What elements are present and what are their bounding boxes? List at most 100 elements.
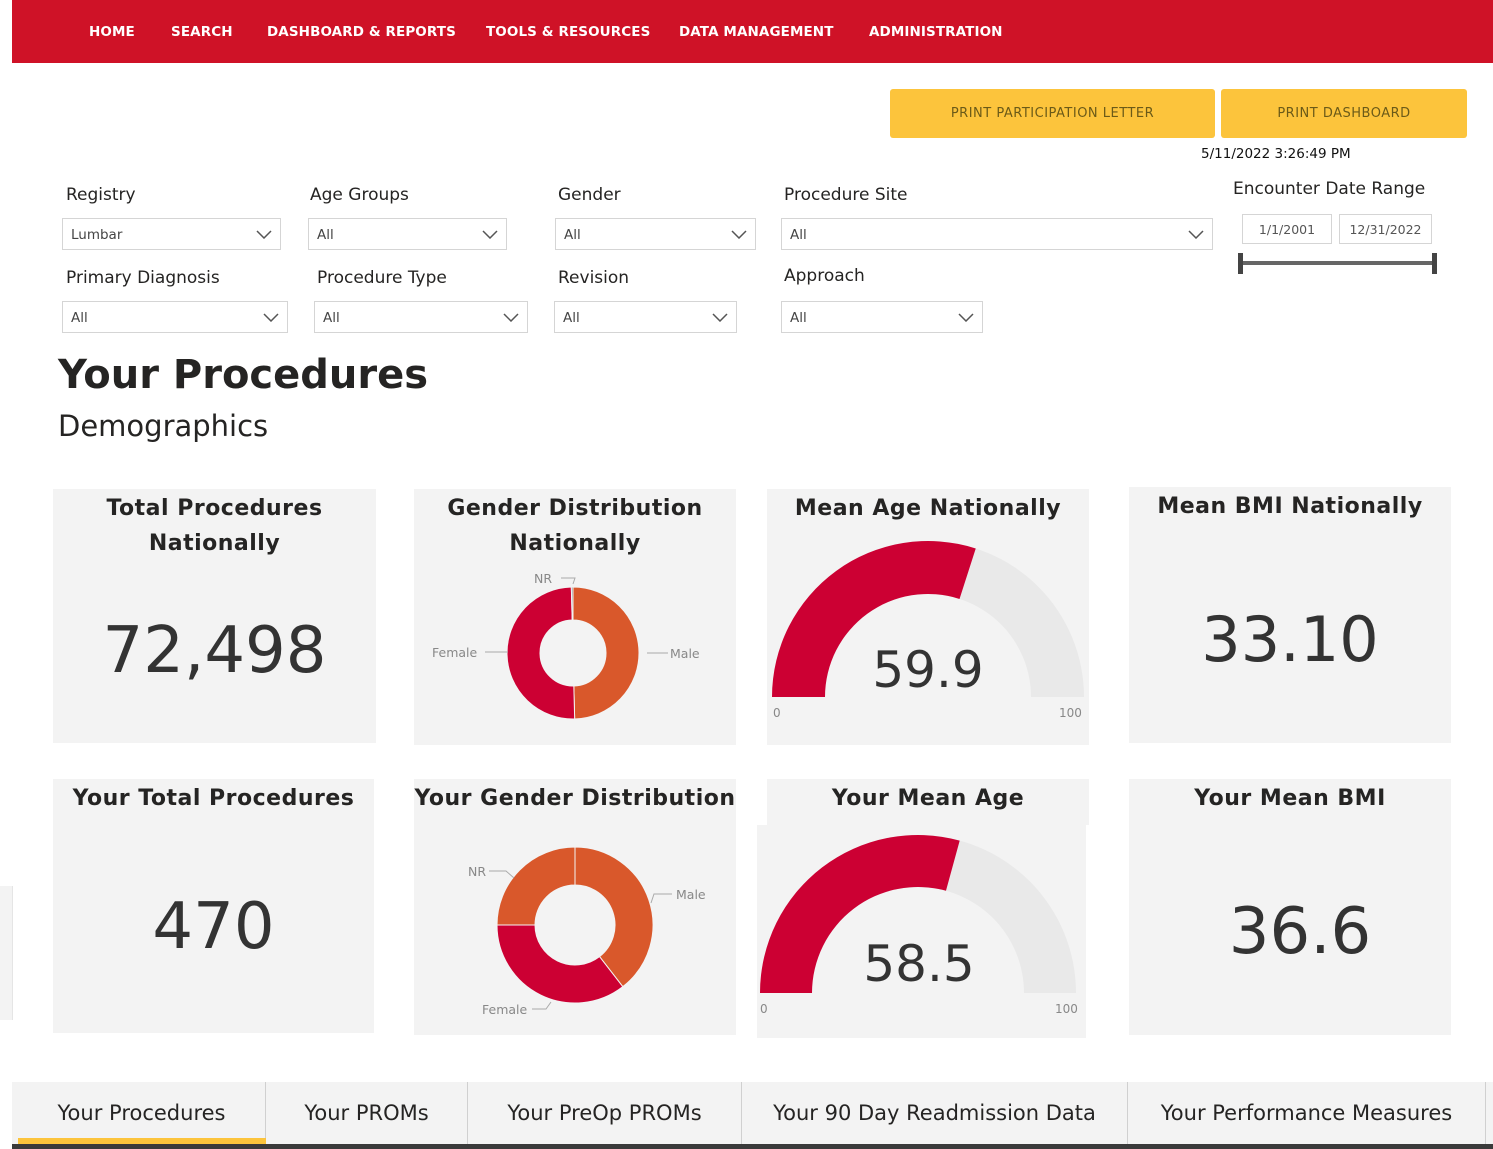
gauge-max-label: 100 [1059,706,1082,720]
mean-bmi-national-value: 33.10 [1201,603,1379,676]
procedure-site-value: All [790,227,807,243]
legend-label-female: Female [482,1002,528,1017]
primary-diagnosis-dropdown[interactable]: All [62,301,288,333]
chevron-down-icon [958,313,974,322]
procedure-type-dropdown[interactable]: All [314,301,528,333]
card-title: Your Mean Age [831,786,1025,811]
chevron-down-icon [256,230,272,239]
tab-your-proms[interactable]: Your PROMs [266,1082,468,1144]
gauge-min-label: 0 [773,706,781,720]
card-title: Your Total Procedures [72,786,355,811]
gender-yours-donut-chart: NR Male Female [468,846,706,1017]
gender-dropdown[interactable]: All [555,218,756,250]
donut-slice-male [572,586,640,720]
mean-age-national-gauge: 59.9 0 100 [772,541,1084,720]
print-participation-letter-button[interactable]: PRINT PARTICIPATION LETTER [890,89,1215,138]
your-total-procedures-card: Your Total Procedures 470 [53,779,374,1033]
your-mean-bmi-card: Your Mean BMI 36.6 [1129,779,1451,1035]
registry-label: Registry [66,185,136,205]
tab-bar-border [12,1144,1493,1149]
date-end-input[interactable]: 12/31/2022 [1339,214,1432,244]
chevron-down-icon [731,230,747,239]
nav-tools-resources[interactable]: TOOLS & RESOURCES [486,24,650,40]
tab-your-preop-proms[interactable]: Your PreOp PROMs [468,1082,742,1144]
mean-age-national-card: Mean Age Nationally 59.9 0 100 [767,489,1089,745]
card-title: Total Procedures [106,496,323,521]
nav-search[interactable]: SEARCH [171,24,233,40]
chevron-down-icon [503,313,519,322]
leader-line [532,1001,552,1010]
gender-distribution-national-card: Gender Distribution Nationally NR Female… [414,489,736,745]
gauge-value: 58.5 [863,935,974,993]
report-timestamp: 5/11/2022 3:26:49 PM [1201,146,1351,162]
your-total-procedures-value: 470 [152,890,275,964]
page-title: Your Procedures [58,352,429,398]
total-procedures-national-value: 72,498 [102,614,327,688]
your-mean-bmi-value: 36.6 [1228,895,1372,969]
tab-your-procedures[interactable]: Your Procedures [18,1082,266,1144]
legend-label-male: Male [670,646,700,661]
donut-slice-nr [570,586,574,621]
gauge-max-label: 100 [1055,1002,1078,1016]
tab-performance-measures[interactable]: Your Performance Measures [1128,1082,1486,1144]
donut-slices [506,586,640,720]
your-mean-age-gauge: 58.5 0 100 [760,835,1078,1016]
your-mean-age-card: 58.5 0 100 [757,825,1086,1038]
legend-label-female: Female [432,645,478,660]
your-gender-distribution-card: Your Gender Distribution NR Male Female [414,779,736,1035]
card-title: Your Mean BMI [1194,786,1386,811]
legend-label-male: Male [676,887,706,902]
donut-slice-female [506,586,576,720]
legend-label-nr: NR [468,864,486,879]
slider-start-handle[interactable] [1238,253,1243,274]
gender-label: Gender [558,185,621,205]
age-groups-label: Age Groups [310,185,409,205]
card-title: Mean BMI Nationally [1157,494,1423,519]
date-range-label: Encounter Date Range [1233,179,1426,199]
nav-dashboard-reports[interactable]: DASHBOARD & REPORTS [267,24,456,40]
date-start-input[interactable]: 1/1/2001 [1242,214,1332,244]
chevron-down-icon [263,313,279,322]
age-groups-value: All [317,227,334,243]
revision-value: All [563,310,580,326]
gender-value: All [564,227,581,243]
approach-dropdown[interactable]: All [781,301,983,333]
leader-line [650,893,672,904]
page-subtitle: Demographics [58,409,269,443]
donut-slice-female [496,924,624,1004]
chevron-down-icon [712,313,728,322]
legend-label-nr: NR [534,571,552,586]
approach-value: All [790,310,807,326]
primary-diagnosis-label: Primary Diagnosis [66,268,220,288]
mean-bmi-national-card: Mean BMI Nationally 33.10 [1129,487,1451,743]
procedure-type-value: All [323,310,340,326]
age-groups-dropdown[interactable]: All [308,218,507,250]
revision-dropdown[interactable]: All [554,301,737,333]
top-nav-bar: HOME SEARCH DASHBOARD & REPORTS TOOLS & … [12,0,1493,63]
leader-line [489,870,515,879]
nav-administration[interactable]: ADMINISTRATION [869,24,1003,40]
tab-readmission-data[interactable]: Your 90 Day Readmission Data [742,1082,1128,1144]
procedure-site-label: Procedure Site [784,185,908,205]
procedure-type-label: Procedure Type [317,268,447,288]
gender-national-donut-chart: NR Female Male [432,571,700,720]
registry-dropdown[interactable]: Lumbar [62,218,281,250]
donut-slice-nr [496,846,576,926]
chevron-down-icon [482,230,498,239]
left-edge-panel [0,886,13,1020]
your-mean-age-title-bar: Your Mean Age [767,779,1089,825]
gauge-min-label: 0 [760,1002,768,1016]
card-title: Nationally [148,531,281,556]
procedure-site-dropdown[interactable]: All [781,218,1213,250]
primary-diagnosis-value: All [71,310,88,326]
nav-home[interactable]: HOME [89,24,135,40]
slider-end-handle[interactable] [1432,253,1437,274]
donut-slices [496,846,654,1004]
date-range-slider[interactable] [1237,252,1439,276]
approach-label: Approach [784,266,865,286]
print-dashboard-button[interactable]: PRINT DASHBOARD [1221,89,1467,138]
nav-data-management[interactable]: DATA MANAGEMENT [679,24,834,40]
revision-label: Revision [558,268,630,288]
leader-line [561,577,576,585]
gauge-value: 59.9 [872,641,983,699]
